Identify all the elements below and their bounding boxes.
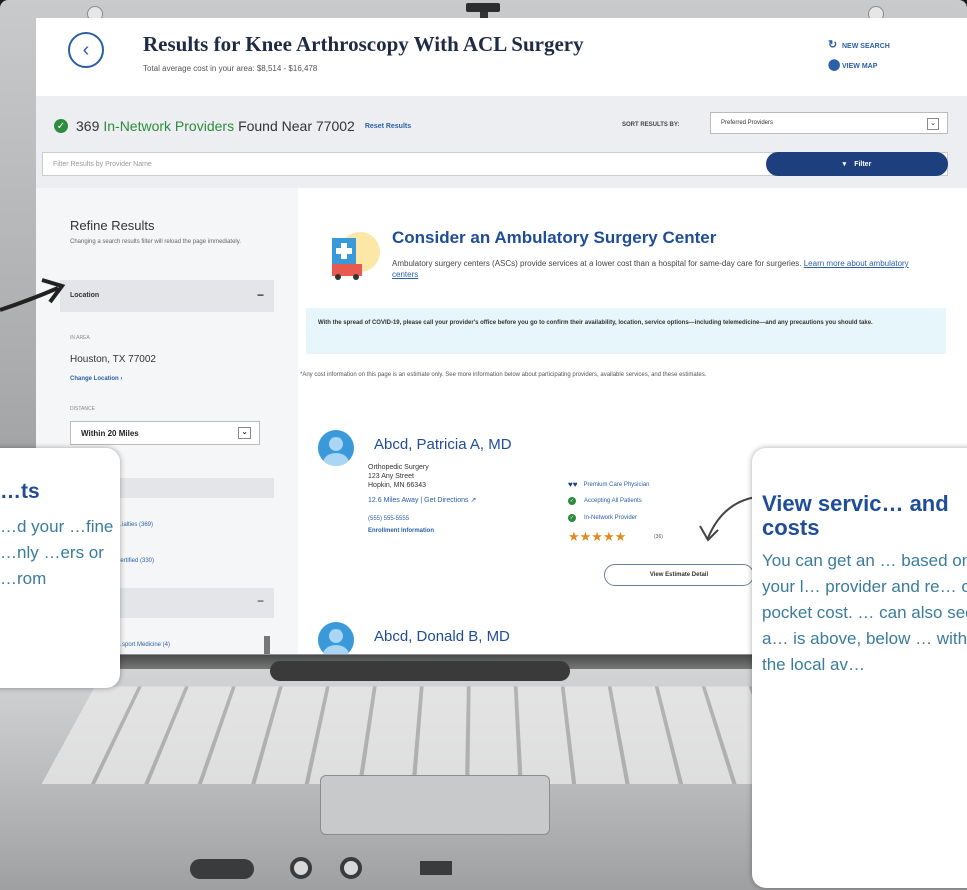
chevron-down-icon: ▾	[842, 161, 847, 168]
refine-title: Refine Results	[70, 218, 155, 233]
external-link-icon: ↗	[470, 497, 477, 504]
webcam	[466, 3, 500, 12]
audio-jack	[290, 857, 312, 879]
page-header: ‹ Results for Knee Arthroscopy With ACL …	[36, 18, 967, 96]
results-summary: ✓ 369 In-Network Providers Found Near 77…	[54, 118, 411, 134]
enrollment-info-link[interactable]: Enrollment Information	[368, 528, 434, 534]
ambulatory-center-icon	[332, 232, 380, 280]
provider-distance: 12.6 Miles Away | Get Directions ↗	[368, 497, 477, 504]
chevron-right-icon: ›	[120, 376, 123, 382]
star-rating: ★★★★★	[568, 529, 627, 544]
accepting-patients-badge: ✓ Accepting All Patients	[568, 497, 642, 505]
distance-label: DISTANCE	[70, 406, 95, 412]
provider-address-line1: 123 Any Street	[368, 473, 414, 480]
in-network-badge: ✓ In-Network Provider	[568, 514, 638, 522]
sidebar-scrollbar[interactable]	[264, 636, 270, 654]
callout-title: View servic… and costs	[762, 491, 949, 540]
sort-label: SORT RESULTS BY:	[622, 122, 680, 128]
provider-name-link[interactable]: Abcd, Patricia A, MD	[374, 436, 512, 453]
found-near-label: Found Near 77002	[238, 118, 355, 134]
usb-port	[420, 861, 452, 875]
avatar	[318, 430, 354, 466]
distance-select[interactable]: Within 20 Miles ⌄	[70, 421, 260, 445]
check-circle-icon: ✓	[568, 497, 576, 505]
asc-text: Ambulatory surgery centers (ASCs) provid…	[392, 259, 909, 279]
check-circle-icon: ✓	[54, 119, 68, 133]
heart-icon: ♥♥	[568, 480, 578, 489]
minus-icon: −	[256, 288, 264, 302]
review-count[interactable]: (36)	[654, 534, 663, 540]
average-cost: Total average cost in your area: $8,514 …	[143, 64, 318, 73]
avatar	[318, 622, 354, 654]
refine-note: Changing a search results filter will re…	[70, 239, 241, 245]
facet-option[interactable]: …ialties (369)	[116, 522, 153, 528]
get-directions-link[interactable]: Get Directions	[424, 497, 468, 504]
page-title: Results for Knee Arthroscopy With ACL Su…	[143, 32, 584, 56]
results-bar: ✓ 369 In-Network Providers Found Near 77…	[36, 96, 967, 188]
provider-phone[interactable]: (555) 555-5555	[368, 516, 409, 522]
filter-button[interactable]: ▾ Filter	[766, 152, 948, 176]
results-count: 369	[76, 118, 100, 134]
power-port	[190, 859, 254, 879]
laptop-touchpad	[320, 775, 550, 835]
facet-option[interactable]: …sport Medicine (4)	[116, 642, 170, 648]
back-button[interactable]: ‹	[68, 32, 104, 68]
minus-icon: −	[256, 594, 264, 608]
map-pin-icon: ⬤	[828, 59, 841, 71]
callout-refine: …ts …d your …fine …nly …ers or …rom	[0, 448, 120, 688]
chevron-down-icon: ⌄	[927, 118, 939, 130]
provider-specialty: Orthopedic Surgery	[368, 464, 429, 471]
provider-address-line2: Hopkin, MN 66343	[368, 482, 426, 489]
location-section-toggle[interactable]: Location −	[60, 280, 274, 312]
laptop-ports	[190, 855, 510, 885]
chevron-down-icon: ⌄	[238, 427, 251, 439]
sort-select[interactable]: Preferred Providers ⌄	[710, 112, 948, 134]
annotation-arrow-icon	[0, 278, 66, 312]
cost-disclaimer: *Any cost information on this page is an…	[300, 372, 707, 378]
chevron-left-icon: ‹	[82, 38, 90, 61]
reset-results-link[interactable]: Reset Results	[365, 123, 411, 130]
refresh-icon: ↻	[828, 39, 838, 51]
asc-title: Consider an Ambulatory Surgery Center	[392, 228, 717, 247]
facet-option[interactable]: Certified (330)	[116, 558, 154, 564]
view-map-link[interactable]: ⬤ VIEW MAP	[828, 58, 877, 71]
in-network-label: In-Network Providers	[103, 118, 235, 134]
callout-estimate: View servic… and costs You can get an … …	[752, 448, 967, 888]
new-search-link[interactable]: ↻ NEW SEARCH	[828, 38, 890, 51]
current-city: Houston, TX 77002	[70, 354, 156, 365]
callout-text: …d your …fine …nly …ers or …rom	[0, 517, 114, 588]
provider-name-link[interactable]: Abcd, Donald B, MD	[374, 628, 510, 645]
check-circle-icon: ✓	[568, 514, 576, 522]
callout-text: You can get an … based on your l… provid…	[762, 551, 967, 674]
area-label: IN AREA	[70, 335, 90, 341]
audio-jack	[340, 857, 362, 879]
change-location-link[interactable]: Change Location ›	[70, 376, 122, 382]
hinge-shadow	[270, 661, 570, 681]
view-estimate-button[interactable]: View Estimate Detail	[604, 564, 754, 586]
callout-title: …ts	[0, 480, 40, 503]
premium-care-badge: ♥♥ Premium Care Physician	[568, 480, 650, 489]
covid-notice: With the spread of COVID-19, please call…	[306, 308, 946, 354]
